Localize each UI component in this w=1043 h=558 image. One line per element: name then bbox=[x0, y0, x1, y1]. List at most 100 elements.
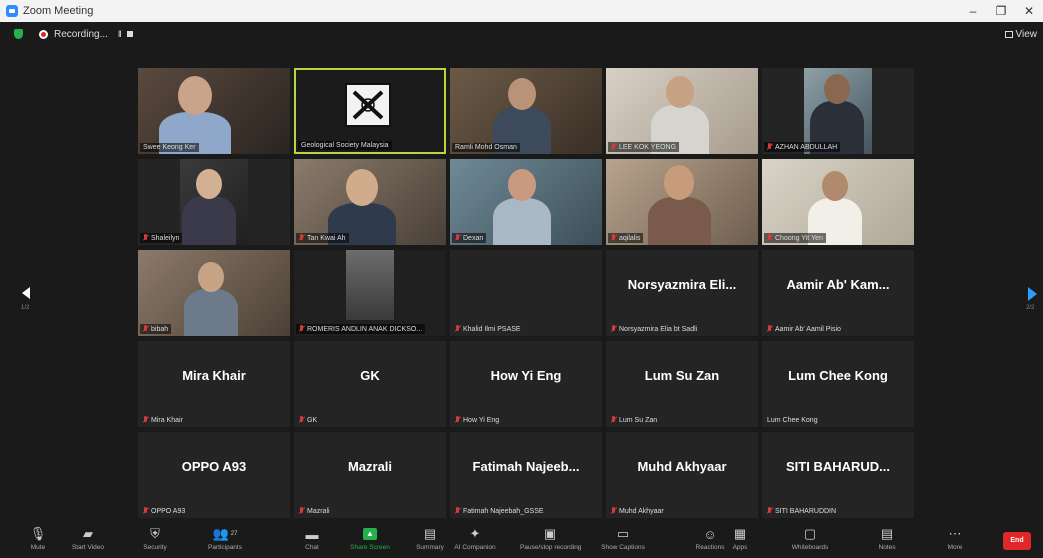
participant-name: Mazrali bbox=[307, 507, 330, 515]
stop-recording-button[interactable] bbox=[126, 31, 133, 37]
participant-display-name: Mira Khair bbox=[182, 368, 246, 383]
whiteboards-button[interactable]: ▢ Whiteboards bbox=[780, 526, 840, 551]
meeting-top-bar: Recording... II View bbox=[0, 22, 1043, 46]
participant-tile[interactable]: Mazrali Mazrali bbox=[294, 432, 446, 518]
participant-name-label: AZHAN ABDULLAH bbox=[764, 142, 841, 152]
participant-name-label: Ramli Mohd Osman bbox=[452, 143, 520, 152]
more-icon: ⋯ bbox=[948, 526, 962, 541]
participant-name-label: Shaleilyn bbox=[140, 233, 183, 243]
participant-tile[interactable]: Fatimah Najeeb... Fatimah Najeebah_GSSE bbox=[450, 432, 602, 518]
meeting-toolbar: 🎙 Mute ▰ Start Video ⛨ Security 👥 27 Participant… bbox=[0, 524, 1043, 558]
participant-tile[interactable]: Lum Chee Kong Lum Chee Kong bbox=[762, 341, 914, 427]
participant-tile[interactable]: GK GK bbox=[294, 341, 446, 427]
participants-button[interactable]: 👥 27 Participants bbox=[195, 526, 255, 551]
muted-mic-icon bbox=[143, 416, 148, 424]
participant-tile[interactable]: SITI BAHARUD... SITI BAHARUDDIN bbox=[762, 432, 914, 518]
muted-mic-icon bbox=[299, 507, 304, 515]
muted-mic-icon bbox=[611, 325, 616, 333]
muted-mic-icon bbox=[767, 234, 772, 242]
next-page-arrow-icon[interactable] bbox=[1028, 287, 1037, 301]
participant-display-name: SITI BAHARUD... bbox=[786, 459, 890, 474]
muted-mic-icon bbox=[455, 507, 460, 515]
share-button[interactable]: ▲ Share Screen bbox=[340, 526, 400, 551]
minimize-button[interactable]: – bbox=[959, 0, 987, 22]
maximize-button[interactable]: ❐ bbox=[987, 0, 1015, 22]
apps-label: Apps bbox=[732, 544, 748, 551]
close-button[interactable]: ✕ bbox=[1015, 0, 1043, 22]
video-off-icon: ▰ bbox=[83, 526, 93, 541]
participant-name-label: Dexan bbox=[452, 233, 487, 243]
participant-name: LEE KOK YEONG bbox=[619, 143, 677, 151]
security-button[interactable]: ⛨ Security bbox=[125, 526, 185, 551]
participant-name: bibah bbox=[151, 325, 169, 333]
notes-icon: ▤ bbox=[880, 526, 894, 541]
participant-name-label: ROMERIS ANDLIN ANAK DICKSO... bbox=[296, 324, 426, 334]
muted-mic-icon bbox=[767, 143, 772, 151]
chat-label: Chat bbox=[305, 544, 319, 551]
participant-display-name: How Yi Eng bbox=[490, 368, 562, 383]
participant-tile[interactable]: Geological Society Malaysia bbox=[294, 68, 446, 154]
muted-mic-icon bbox=[143, 507, 148, 515]
participant-tile[interactable]: Aamir Ab' Kam... Aamir Ab' Aamil Pisio bbox=[762, 250, 914, 336]
participant-tile[interactable]: How Yi Eng How Yi Eng bbox=[450, 341, 602, 427]
ai-button[interactable]: ✦ AI Companion bbox=[445, 526, 505, 551]
participant-name: Norsyazmira Elia bt Sadli bbox=[619, 325, 698, 333]
captions-button[interactable]: ▭ Show Captions bbox=[593, 526, 653, 551]
previous-page-arrow-icon[interactable] bbox=[22, 287, 30, 299]
participant-tile[interactable]: Khalid Ilmi PSASE bbox=[450, 250, 602, 336]
participant-tile[interactable]: Dexan bbox=[450, 159, 602, 245]
participant-name: Khalid Ilmi PSASE bbox=[463, 325, 521, 333]
participant-name: Geological Society Malaysia bbox=[301, 142, 389, 149]
participant-tile[interactable]: Choong Yit Yen bbox=[762, 159, 914, 245]
participant-tile[interactable]: Shaleilyn bbox=[138, 159, 290, 245]
sparkle-icon: ✦ bbox=[469, 526, 481, 541]
notes-button[interactable]: ▤ Notes bbox=[857, 526, 917, 551]
participant-display-name: OPPO A93 bbox=[181, 459, 247, 474]
end-meeting-button[interactable]: End bbox=[1003, 532, 1031, 550]
participant-name-label: Muhd Akhyaar bbox=[608, 506, 667, 516]
participant-tile[interactable]: aqilalis bbox=[606, 159, 758, 245]
participant-tile[interactable]: LEE KOK YEONG bbox=[606, 68, 758, 154]
apps-button[interactable]: ▦ Apps bbox=[710, 526, 770, 551]
participant-name-label: aqilalis bbox=[608, 233, 644, 243]
participant-display-name: Lum Chee Kong bbox=[788, 368, 888, 383]
participant-tile[interactable]: Mira Khair Mira Khair bbox=[138, 341, 290, 427]
participant-tile[interactable]: Swee Keong Ker bbox=[138, 68, 290, 154]
participant-name: SITI BAHARUDDIN bbox=[775, 507, 837, 515]
participant-tile[interactable]: Tan Kwai Ah bbox=[294, 159, 446, 245]
participant-name-label: Tan Kwai Ah bbox=[296, 233, 349, 243]
muted-mic-icon bbox=[455, 325, 460, 333]
muted-mic-icon bbox=[611, 416, 616, 424]
more-button[interactable]: ⋯ More bbox=[925, 526, 985, 551]
participant-tile[interactable]: Norsyazmira Eli... Norsyazmira Elia bt Sa… bbox=[606, 250, 758, 336]
participants-label: Participants bbox=[208, 544, 242, 551]
participant-tile[interactable]: OPPO A93 OPPO A93 bbox=[138, 432, 290, 518]
whiteboards-label: Whiteboards bbox=[791, 544, 829, 551]
apps-icon: ▦ bbox=[733, 526, 747, 541]
record-icon: ▣ bbox=[543, 526, 557, 541]
security-label: Security bbox=[143, 544, 167, 551]
participant-video bbox=[138, 68, 290, 154]
muted-mic-icon bbox=[611, 234, 616, 242]
participant-tile[interactable]: Lum Su Zan Lum Su Zan bbox=[606, 341, 758, 427]
view-label: View bbox=[1015, 28, 1038, 40]
video-button[interactable]: ▰ Start Video bbox=[58, 526, 118, 551]
encryption-shield-icon[interactable] bbox=[14, 29, 23, 39]
record-button[interactable]: ▣ Pause/stop recording bbox=[520, 526, 581, 551]
participant-name-label: Lum Chee Kong bbox=[764, 416, 821, 425]
view-button[interactable]: View bbox=[1004, 28, 1038, 40]
participant-display-name: Fatimah Najeeb... bbox=[472, 459, 580, 474]
participant-name: How Yi Eng bbox=[463, 416, 500, 424]
chat-button[interactable]: ▬ Chat bbox=[282, 526, 342, 552]
participant-count: 27 bbox=[230, 531, 238, 537]
recording-indicator: Recording... II bbox=[39, 29, 133, 40]
participant-tile[interactable]: AZHAN ABDULLAH bbox=[762, 68, 914, 154]
muted-mic-icon bbox=[299, 416, 304, 424]
participant-name-label: Mazrali bbox=[296, 506, 333, 516]
participant-tile[interactable]: ROMERIS ANDLIN ANAK DICKSO... bbox=[294, 250, 446, 336]
pause-recording-button[interactable]: II bbox=[118, 29, 122, 39]
participant-tile[interactable]: bibah bbox=[138, 250, 290, 336]
muted-mic-icon bbox=[143, 325, 148, 333]
participant-tile[interactable]: Ramli Mohd Osman bbox=[450, 68, 602, 154]
participant-tile[interactable]: Muhd Akhyaar Muhd Akhyaar bbox=[606, 432, 758, 518]
